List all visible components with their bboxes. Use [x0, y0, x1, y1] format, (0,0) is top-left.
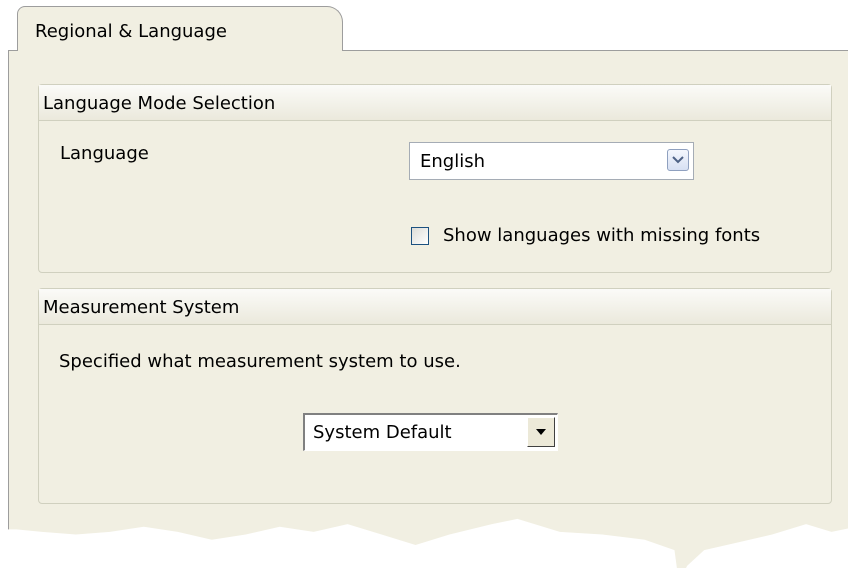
- missing-fonts-label: Show languages with missing fonts: [443, 225, 761, 246]
- language-group-title: Language Mode Selection: [39, 85, 831, 121]
- measurement-select[interactable]: System Default: [303, 413, 558, 451]
- measurement-description: Specified what measurement system to use…: [59, 351, 461, 372]
- language-label: Language: [60, 143, 149, 164]
- language-mode-group: Language Mode Selection Language English…: [38, 84, 832, 273]
- measurement-select-value: System Default: [313, 422, 452, 443]
- missing-fonts-checkbox[interactable]: [411, 226, 429, 245]
- tab-regional-language[interactable]: Regional & Language: [17, 6, 343, 51]
- triangle-down-icon[interactable]: [527, 417, 555, 447]
- measurement-group-title: Measurement System: [39, 289, 831, 325]
- tab-label: Regional & Language: [35, 21, 227, 42]
- chevron-down-icon[interactable]: [667, 149, 689, 171]
- missing-fonts-option[interactable]: Show languages with missing fonts: [411, 225, 760, 246]
- stage: Regional & Language Language Mode Select…: [0, 0, 848, 568]
- measurement-system-group: Measurement System Specified what measur…: [38, 288, 832, 504]
- language-select[interactable]: English: [409, 142, 694, 180]
- language-select-value: English: [420, 151, 485, 172]
